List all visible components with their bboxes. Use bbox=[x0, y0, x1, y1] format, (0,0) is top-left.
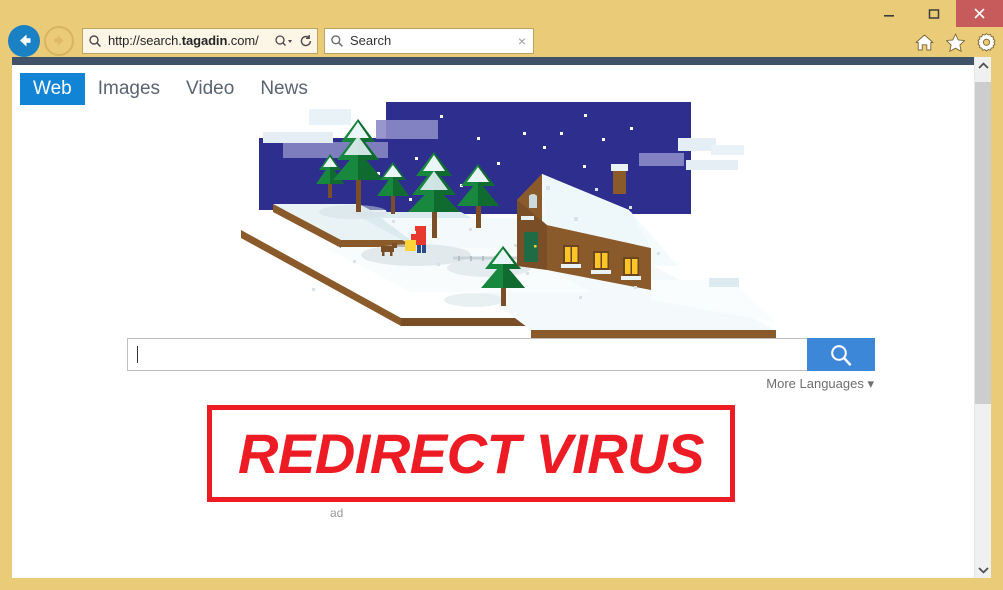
browser-search-box[interactable]: Search × bbox=[324, 27, 534, 54]
magnifier-icon bbox=[831, 344, 852, 366]
tab-web[interactable]: Web bbox=[20, 73, 85, 105]
minimize-button[interactable] bbox=[866, 0, 911, 27]
address-dropdown-icon[interactable] bbox=[272, 34, 296, 48]
more-languages-link[interactable]: More Languages ▾ bbox=[127, 376, 875, 392]
browser-search-value: Search bbox=[350, 33, 392, 48]
address-search-icon bbox=[88, 34, 102, 48]
scroll-down-button[interactable] bbox=[975, 561, 991, 578]
close-icon bbox=[974, 8, 985, 19]
address-bar[interactable]: http://search.tagadin.com/ bbox=[82, 27, 318, 54]
vertical-scrollbar[interactable] bbox=[974, 57, 991, 578]
clear-search-icon[interactable]: × bbox=[518, 33, 528, 49]
browser-toolbar-icons bbox=[913, 27, 997, 57]
star-icon[interactable] bbox=[944, 31, 966, 53]
maximize-icon bbox=[928, 8, 939, 19]
chevron-down-icon bbox=[978, 566, 989, 574]
close-button[interactable] bbox=[956, 0, 1003, 27]
ad-label: ad bbox=[330, 506, 344, 520]
browser-toolbar: http://search.tagadin.com/ Search × bbox=[0, 24, 1003, 57]
text-caret bbox=[137, 346, 138, 363]
tab-images[interactable]: Images bbox=[85, 73, 173, 105]
site-search-area: More Languages ▾ bbox=[127, 338, 875, 392]
scroll-thumb[interactable] bbox=[975, 82, 991, 404]
sled-bag bbox=[405, 240, 416, 251]
home-icon[interactable] bbox=[913, 31, 935, 53]
scroll-up-button[interactable] bbox=[975, 57, 991, 74]
illustration-svg bbox=[241, 102, 776, 338]
redirect-virus-overlay: REDIRECT VIRUS bbox=[207, 405, 735, 502]
search-input[interactable] bbox=[127, 338, 807, 371]
winter-cabin-illustration bbox=[231, 100, 791, 350]
maximize-button[interactable] bbox=[911, 0, 956, 27]
url-text: http://search.tagadin.com/ bbox=[108, 33, 259, 48]
page-top-strip bbox=[12, 57, 991, 65]
gear-icon[interactable] bbox=[975, 31, 997, 53]
window-controls bbox=[866, 0, 1003, 27]
browser-search-icon bbox=[330, 34, 344, 48]
arrow-left-icon bbox=[19, 34, 30, 47]
forward-button[interactable] bbox=[44, 25, 74, 56]
browser-window: http://search.tagadin.com/ Search × Web … bbox=[0, 0, 1003, 590]
minimize-icon bbox=[883, 14, 894, 17]
chevron-up-icon bbox=[978, 61, 989, 69]
search-row bbox=[127, 338, 875, 371]
redirect-virus-text: REDIRECT VIRUS bbox=[238, 422, 704, 485]
arrow-right-icon bbox=[53, 35, 64, 46]
refresh-icon[interactable] bbox=[296, 34, 313, 48]
back-button[interactable] bbox=[8, 24, 40, 57]
search-submit-button[interactable] bbox=[807, 338, 875, 371]
